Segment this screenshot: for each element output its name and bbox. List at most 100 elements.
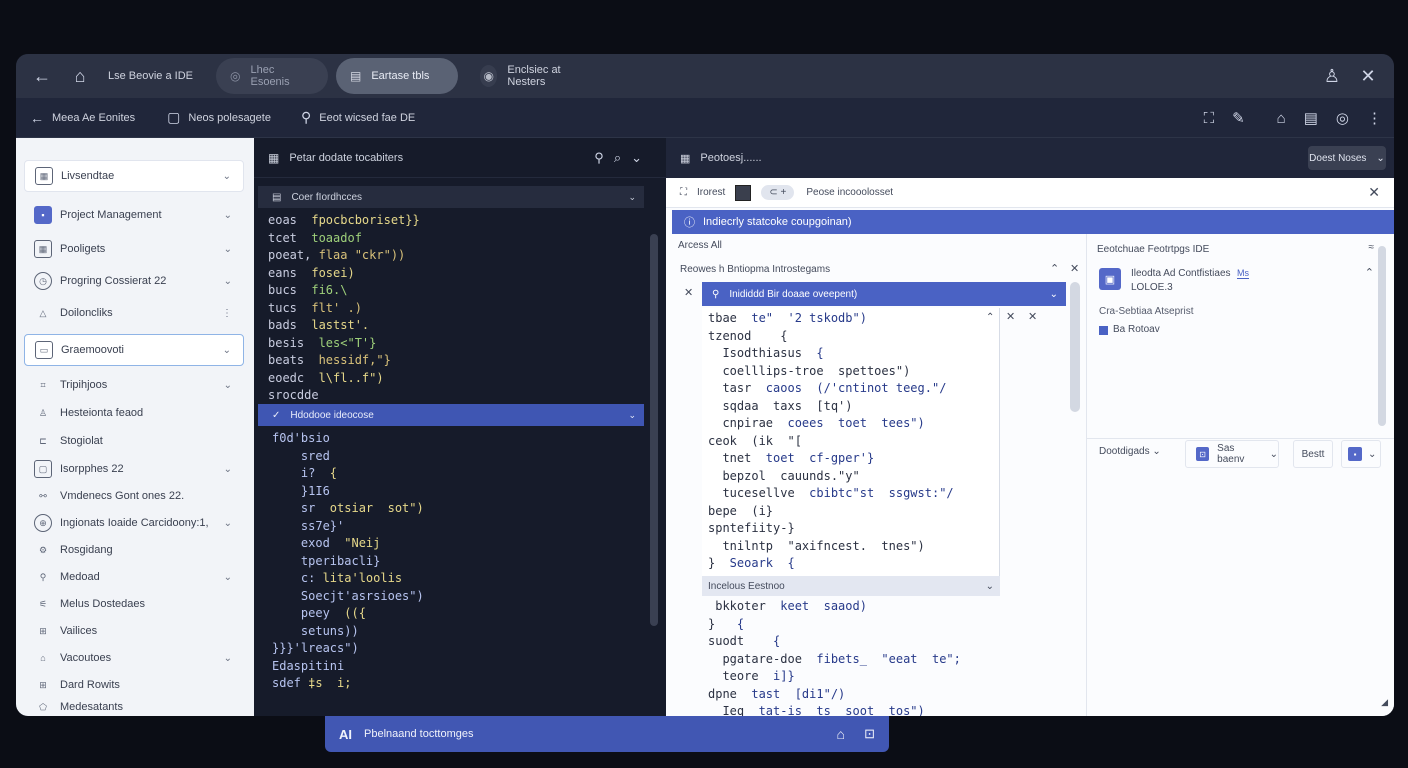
home-icon[interactable]: ⌂	[66, 66, 94, 87]
sidebar-item-6[interactable]: ⌗ Tripihjoos ⌄	[24, 370, 244, 400]
tab-3[interactable]: ◉ Enclsiec at Nesters	[466, 58, 596, 94]
chain-icon[interactable]: ⊂ +	[761, 185, 795, 200]
sidebar-item-10[interactable]: ⚯ Vmdenecs Gont ones 22.	[24, 481, 244, 511]
code-block-top[interactable]: eoas fpocbcboriset}} tcet toaadof poeat, f…	[268, 212, 420, 405]
sidebar-item-0[interactable]: ▦ Livsendtae ⌄	[24, 160, 244, 192]
box-icon: ▢	[34, 460, 52, 478]
more-icon[interactable]: ⌃	[986, 312, 994, 323]
sidebar-item-5[interactable]: ▭ Graemoovoti ⌄	[24, 334, 244, 366]
close-icon[interactable]: ✕	[1070, 262, 1079, 275]
code-block-bottom[interactable]: f0d'bsio sred i? { }1I6 sr otsiar sot") …	[272, 430, 424, 693]
close-icon[interactable]: ✕	[1368, 184, 1380, 201]
sidebar-item-8[interactable]: ⊏ Stogiolat	[24, 426, 244, 456]
sidebar-item-13[interactable]: ⚲ Medoad ⌄	[24, 562, 244, 592]
back-arrow-icon[interactable]: ←	[28, 66, 56, 87]
aside-item[interactable]: Ileodta Ad Contfistiaes	[1131, 268, 1231, 279]
folder-icon: ▭	[35, 341, 53, 359]
sidebar-item-18[interactable]: ⬠ Medesatants	[24, 697, 244, 716]
code-line: } Seoark {	[708, 556, 795, 570]
close-icon[interactable]: ✕	[1006, 310, 1015, 323]
sidebar-item-11[interactable]: ⊕ Ingionats Ioaide Carcidoony:1, ⌄	[24, 508, 244, 538]
toolbar: ← Meea Ae Eonites ▢ Neos polesagete ⚲ Eeot …	[16, 98, 1394, 138]
ai-status-bar[interactable]: AI Pbelnaand tocttomges ⌂ ⊡	[325, 716, 889, 752]
target-icon[interactable]: ◎	[1336, 109, 1349, 127]
chevron-up-icon[interactable]: ⌃	[1365, 266, 1374, 279]
code-line: bads lastst'.	[268, 318, 370, 332]
chevron-down-icon: ⌄	[223, 379, 232, 391]
code-block-right-2[interactable]: bkkoter keet saaod)} {suodt { pgatare-do…	[708, 598, 961, 716]
code-line: pgatare-doe fibets_ "eeat te";	[708, 651, 961, 666]
window-title: Lse Beovie a IDE	[108, 70, 193, 82]
code-line: exod "Neij	[272, 536, 381, 550]
chevron-down-icon: ⌄	[628, 191, 636, 202]
code-block-right[interactable]: tbae te" '2 tskodb") tzenod { Isodthiasus…	[708, 310, 954, 573]
sidebar-item-12[interactable]: ⚙ Rosgidang	[24, 535, 244, 565]
aside-scrollbar[interactable]	[1378, 246, 1386, 426]
expand-icon[interactable]: ⛶	[680, 187, 687, 198]
user-icon: ♙	[38, 407, 48, 418]
sidebar-item-4[interactable]: △ Doiloncliks ⋮	[24, 298, 244, 328]
aside-title: Eeotchuae Feotrtpgs IDE	[1097, 244, 1210, 255]
sidebar-item-7[interactable]: ♙ Hesteionta feaod	[24, 398, 244, 428]
check-icon: ✓	[272, 409, 281, 421]
code-line: tbae te" '2 tskodb")	[708, 311, 867, 325]
code-section-1[interactable]: ▤ Coer fIordhcces ⌄	[258, 186, 644, 208]
aside-badge: Ms	[1237, 268, 1249, 279]
close-icon[interactable]: ✕	[1028, 310, 1037, 323]
chevron-down-icon: ⌄	[1049, 288, 1058, 300]
code-line: Ieq tat-is ts soot tos")	[708, 704, 925, 716]
sidebar-item-3[interactable]: ◷ Progring Cossierat 22 ⌄	[24, 266, 244, 296]
toolbar-item-2[interactable]: ▢ Neos polesagete	[167, 109, 271, 126]
share-icon[interactable]: ⊡	[864, 726, 875, 742]
toolbar-item-3[interactable]: ⚲ Eeot wicsed fae DE	[301, 109, 415, 126]
close-icon[interactable]: ✕	[684, 286, 693, 299]
scroll-arrow-icon[interactable]: ◢	[1381, 697, 1388, 708]
sidebar-item-17[interactable]: ⊞ Dard Rowits	[24, 670, 244, 700]
home-icon[interactable]: ⌂	[837, 726, 845, 742]
dropdown-1[interactable]: Dootdigads ⌄	[1099, 446, 1161, 457]
code-section-bar[interactable]: Incelous Eestnoo ⌄	[702, 576, 1000, 596]
checkbox-icon[interactable]	[1099, 326, 1108, 335]
close-icon[interactable]: ≈	[1369, 242, 1375, 253]
code-line: peey (({	[272, 606, 366, 620]
aside-button[interactable]: Bestt	[1293, 440, 1333, 468]
filter-label[interactable]: Arcess All	[678, 240, 722, 251]
code-line: sr otsiar sot")	[272, 501, 424, 515]
sidebar-item-16[interactable]: ⌂ Vacoutoes ⌄	[24, 643, 244, 673]
code-line: }}}'lreacs")	[272, 641, 359, 655]
grid-icon: ▦	[680, 152, 691, 165]
search-icon[interactable]: ⚲⌕⌄	[594, 150, 652, 166]
inner-banner[interactable]: ⚲ Inididdd Bir doaae oveepent) ⌄	[702, 282, 1066, 306]
code-section-2[interactable]: ✓ Hdodooe ideocose ⌄	[258, 404, 644, 426]
edit-icon[interactable]: ✎	[1232, 109, 1245, 127]
info-icon: ⓘ	[684, 217, 695, 229]
close-icon[interactable]: ✕	[1354, 66, 1382, 87]
thumbnail-icon	[735, 184, 752, 201]
sidebar-item-2[interactable]: ▦ Pooligets ⌄	[24, 234, 244, 264]
more-icon: ⋮	[222, 307, 232, 319]
dropdown-button[interactable]: Doest Noses ⌄	[1308, 146, 1386, 170]
panel-icon: ▦	[268, 150, 280, 165]
scroll-track[interactable]	[1070, 282, 1080, 412]
dropdown-2[interactable]: ⊡ Sas baenv ⌄	[1185, 440, 1279, 468]
sidebar-item-15[interactable]: ⊞ Vailices	[24, 616, 244, 646]
code-panel: ▦ Petar dodate tocabiters ⚲⌕⌄ ▤ Coer fIo…	[254, 138, 666, 716]
sidebar-item-14[interactable]: ⚟ Melus Dostedaes	[24, 589, 244, 619]
more-icon[interactable]: ⋮	[1367, 109, 1382, 127]
toolbar-item-1[interactable]: ← Meea Ae Eonites	[30, 110, 135, 126]
document-icon[interactable]: ▤	[1304, 109, 1318, 127]
chevron-down-icon: ⌄	[223, 517, 232, 529]
file-icon: ▤	[350, 69, 362, 83]
aside-select[interactable]: ▪ ⌄	[1341, 440, 1381, 468]
tab-2[interactable]: ▤ Eartase tbls	[336, 58, 458, 94]
sidebar: ▦ Livsendtae ⌄ ▪ Project Management ⌄ ▦ Pooli…	[16, 138, 254, 716]
document-view: ⛶ Irorest ⊂ + Peose incooolosset ✕ ⓘ Ind…	[666, 178, 1394, 716]
sidebar-item-1[interactable]: ▪ Project Management ⌄	[24, 200, 244, 230]
expand-icon[interactable]: ⛶	[1204, 110, 1215, 127]
sidebar-item-9[interactable]: ▢ Isorpphes 22 ⌄	[24, 454, 244, 484]
scrollbar[interactable]	[650, 234, 658, 626]
chevron-up-icon[interactable]: ⌃	[1050, 262, 1059, 275]
tab-1[interactable]: ◎ Lhec Esoenis	[216, 58, 328, 94]
bell-icon[interactable]: ♙	[1318, 66, 1346, 87]
house-icon[interactable]: ⌂	[1277, 110, 1286, 127]
